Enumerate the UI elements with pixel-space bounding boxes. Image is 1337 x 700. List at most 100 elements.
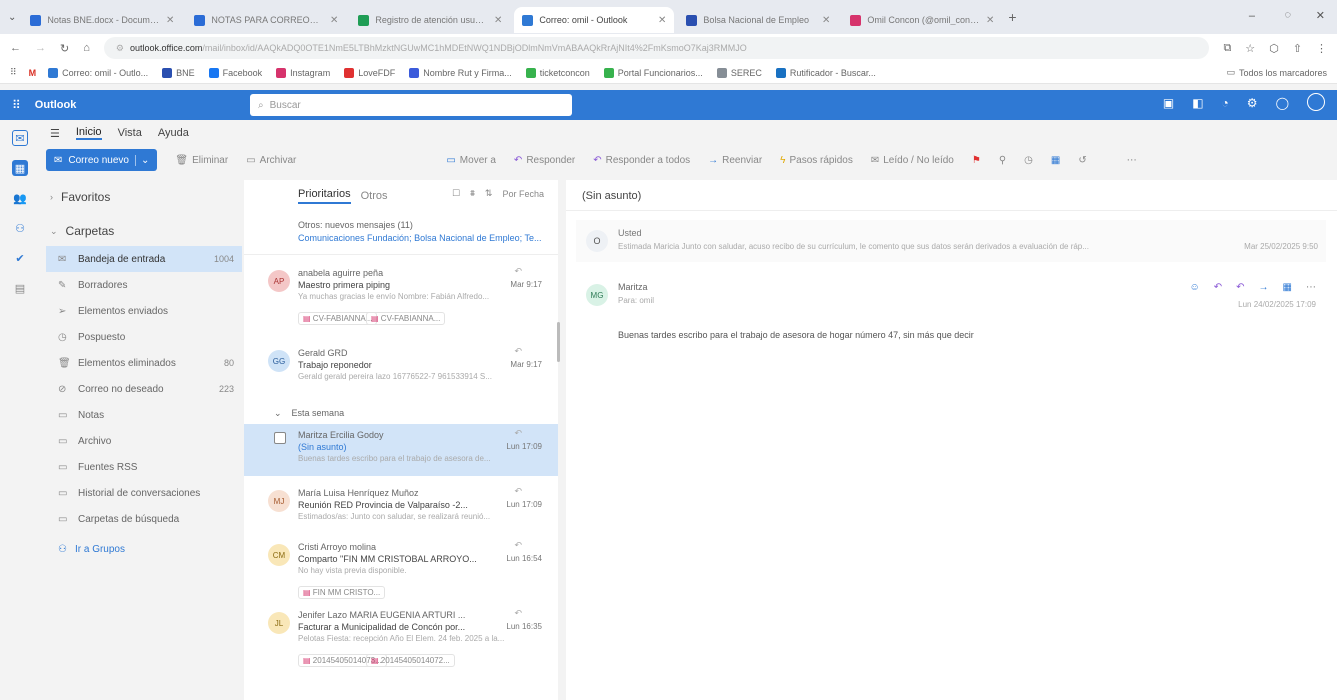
- checkbox-icon[interactable]: [274, 432, 286, 444]
- reply-icon[interactable]: ↶: [514, 428, 522, 439]
- browser-tab[interactable]: Correo: omil - Outlook ✕: [514, 7, 675, 33]
- more-icon[interactable]: ⋯: [1127, 155, 1137, 166]
- reply-all-button[interactable]: ↶ Responder a todos: [593, 155, 690, 166]
- read-unread-button[interactable]: ✉ Leído / No leído: [871, 155, 954, 166]
- avatar[interactable]: [1307, 93, 1325, 111]
- folder-item[interactable]: ✎ Borradores: [46, 272, 242, 298]
- undo-icon[interactable]: ↺: [1078, 155, 1086, 166]
- reply-icon[interactable]: ↶: [514, 608, 522, 619]
- tab-inicio[interactable]: Inicio: [75, 126, 102, 140]
- forward-button[interactable]: → Reenviar: [708, 155, 762, 166]
- pin-icon[interactable]: ⚲: [999, 155, 1006, 166]
- close-tab-icon[interactable]: ✕: [166, 15, 174, 26]
- people-icon[interactable]: 👥: [12, 190, 28, 206]
- close-tab-icon[interactable]: ✕: [658, 15, 666, 26]
- chevron-down-icon[interactable]: ⌄: [134, 154, 149, 166]
- browser-tab[interactable]: NOTAS PARA CORREOS.docx ✕: [186, 7, 346, 33]
- sort-icon[interactable]: ⇅: [485, 188, 493, 199]
- tab-other[interactable]: Otros: [361, 190, 388, 202]
- list-item[interactable]: Maritza Ercilia Godoy (Sin asunto) Lun 1…: [244, 424, 558, 476]
- folder-item[interactable]: ◷ Pospuesto: [46, 324, 242, 350]
- bookmark-item[interactable]: LoveFDF: [344, 67, 395, 78]
- reply-button[interactable]: ↶ Responder: [514, 155, 575, 166]
- list-item[interactable]: MJ María Luisa Henríquez Muñoz Reunión RE…: [244, 482, 558, 534]
- apps-icon[interactable]: ▤: [12, 280, 28, 296]
- folder-item[interactable]: ▭ Archivo: [46, 428, 242, 454]
- attachment-chip[interactable]: ▤ 20145405014072...: [366, 654, 455, 667]
- lightbulb-icon[interactable]: ◯: [1276, 96, 1289, 111]
- gear-icon[interactable]: ⚙: [1247, 96, 1258, 111]
- forward-icon[interactable]: →: [1259, 282, 1269, 293]
- reply-icon[interactable]: ↶: [514, 540, 522, 551]
- folder-item[interactable]: ▭ Notas: [46, 402, 242, 428]
- bookmark-item[interactable]: Nombre Rut y Firma...: [409, 67, 512, 78]
- profile-icon[interactable]: ⇧: [1293, 42, 1302, 55]
- scrollbar[interactable]: [557, 322, 560, 362]
- bookmark-item[interactable]: Portal Funcionarios...: [603, 67, 703, 78]
- reply-icon[interactable]: ↶: [514, 346, 522, 357]
- go-groups-link[interactable]: ⚇ Ir a Grupos: [46, 536, 242, 562]
- apps-grid-icon[interactable]: ⠿: [10, 67, 17, 78]
- browser-tab[interactable]: Registro de atención usuarios ✕: [350, 7, 510, 33]
- folder-item[interactable]: ▭ Fuentes RSS: [46, 454, 242, 480]
- list-item[interactable]: GG Gerald GRD Trabajo reponedor Mar 9:17 …: [244, 342, 558, 400]
- folder-item[interactable]: 🗑 Elementos eliminados 80: [46, 350, 242, 376]
- close-tab-icon[interactable]: ✕: [330, 15, 338, 26]
- minimize-icon[interactable]: –: [1249, 10, 1255, 22]
- menu-icon[interactable]: ⋮: [1316, 42, 1327, 55]
- select-all-checkbox[interactable]: ☐: [452, 188, 460, 199]
- notes-icon[interactable]: ◧: [1192, 96, 1203, 111]
- bookmark-item[interactable]: Instagram: [276, 67, 330, 78]
- favorites-header[interactable]: › Favoritos: [46, 182, 242, 212]
- translate-icon[interactable]: ⧉: [1223, 42, 1231, 55]
- gmail-icon[interactable]: M: [29, 68, 37, 78]
- reply-icon[interactable]: ↶: [514, 266, 522, 277]
- groups-icon[interactable]: ⚇: [12, 220, 28, 236]
- reply-all-icon[interactable]: ↶: [1236, 282, 1244, 293]
- folder-item[interactable]: ▭ Historial de conversaciones: [46, 480, 242, 506]
- list-item[interactable]: JL Jenifer Lazo MARIA EUGENIA ARTURI ... …: [244, 604, 558, 674]
- close-tab-icon[interactable]: ✕: [986, 15, 994, 26]
- folder-item[interactable]: ➢ Elementos enviados: [46, 298, 242, 324]
- flag-icon[interactable]: ⚑: [972, 155, 981, 166]
- bookmark-item[interactable]: Rutificador - Buscar...: [775, 67, 876, 78]
- folder-item[interactable]: ▭ Carpetas de búsqueda: [46, 506, 242, 532]
- folders-header[interactable]: ⌄ Carpetas: [46, 216, 242, 246]
- browser-tab[interactable]: Notas BNE.docx - Documento... ✕: [22, 7, 182, 33]
- message-collapsed[interactable]: O Usted Estimada Maricia Junto con salud…: [576, 220, 1326, 262]
- calendar-icon[interactable]: ▦: [12, 160, 28, 176]
- bookmark-item[interactable]: Correo: omil - Outlo...: [48, 67, 148, 78]
- categorize-icon[interactable]: ▦: [1051, 155, 1060, 166]
- app-launcher-icon[interactable]: ⠿: [12, 98, 21, 112]
- snooze-icon[interactable]: ◷: [1024, 155, 1033, 166]
- todo-check-icon[interactable]: ✔: [12, 250, 28, 266]
- tab-ayuda[interactable]: Ayuda: [158, 127, 189, 139]
- new-mail-button[interactable]: ✉ Correo nuevo ⌄: [46, 149, 158, 171]
- move-button[interactable]: ▭ Mover a: [446, 155, 496, 166]
- filter-icon[interactable]: ⩩: [470, 188, 475, 199]
- close-tab-icon[interactable]: ✕: [494, 15, 502, 26]
- archive-button[interactable]: ▭ Archivar: [246, 155, 296, 166]
- folder-item[interactable]: ⊘ Correo no deseado 223: [46, 376, 242, 402]
- folder-item[interactable]: ✉ Bandeja de entrada 1004: [46, 246, 242, 272]
- hamburger-icon[interactable]: ☰: [50, 127, 60, 140]
- tab-focused[interactable]: Prioritarios: [298, 188, 351, 204]
- bookmark-item[interactable]: SEREC: [716, 67, 762, 78]
- attachment-chip[interactable]: ▤ CV-FABIANNA...: [366, 312, 446, 325]
- mail-icon[interactable]: ✉: [12, 130, 28, 146]
- bookmark-item[interactable]: Facebook: [208, 67, 262, 78]
- site-info-icon[interactable]: ⚙: [116, 43, 124, 54]
- extensions-icon[interactable]: ⬡: [1269, 42, 1279, 55]
- home-icon[interactable]: ⌂: [83, 42, 90, 54]
- tab-vista[interactable]: Vista: [118, 127, 142, 139]
- reply-icon[interactable]: ↶: [1214, 282, 1222, 293]
- teams-icon[interactable]: ▣: [1163, 96, 1174, 111]
- quick-steps-button[interactable]: ϟ Pasos rápidos: [780, 155, 853, 166]
- list-item[interactable]: CM Cristi Arroyo molina Comparto "FIN MM …: [244, 536, 558, 600]
- tab-search-icon[interactable]: ⌄: [8, 12, 16, 23]
- back-icon[interactable]: ←: [10, 42, 21, 54]
- close-window-icon[interactable]: ✕: [1316, 9, 1325, 22]
- section-this-week[interactable]: ⌄ Esta semana: [274, 408, 344, 419]
- restore-icon[interactable]: ◌: [1284, 9, 1291, 21]
- sort-by-date[interactable]: Por Fecha: [502, 189, 544, 199]
